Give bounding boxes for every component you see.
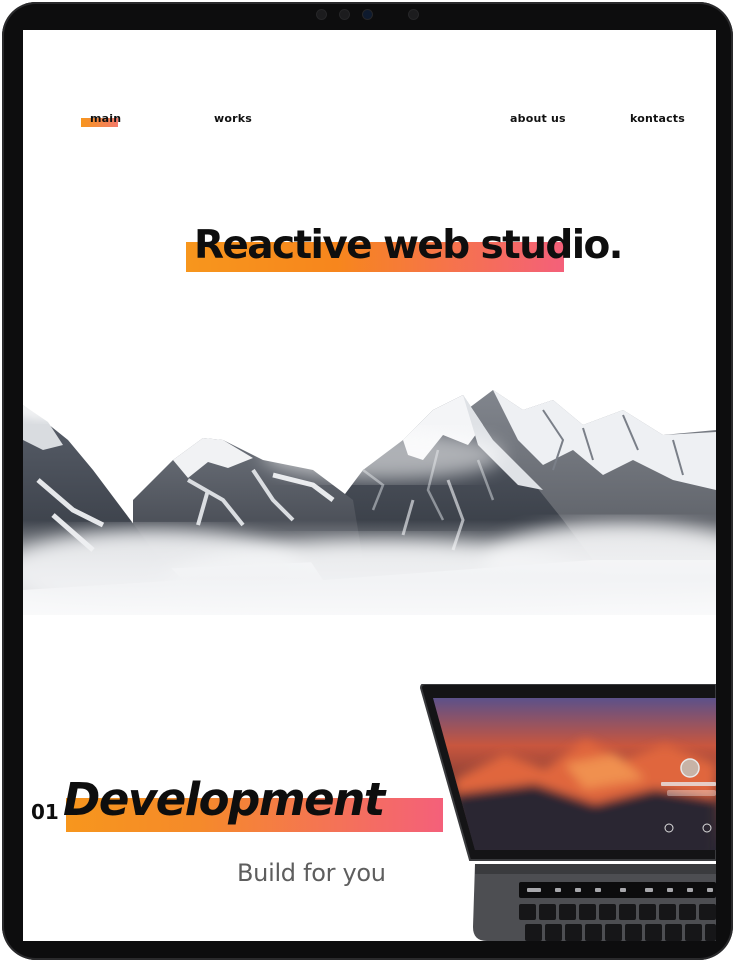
section-title: Development — [63, 773, 385, 826]
tablet-frame: main works about us kontacts Reactive we… — [2, 2, 733, 960]
nav-item-works[interactable]: works — [214, 112, 252, 125]
camera-lens-icon — [363, 10, 372, 19]
mountains-image — [23, 380, 716, 650]
screen: main works about us kontacts Reactive we… — [23, 30, 716, 941]
nav-item-label: kontacts — [630, 112, 686, 125]
nav-item-label: main — [90, 112, 122, 125]
hero: Reactive web studio. — [186, 223, 623, 285]
light-sensor-icon — [409, 10, 418, 19]
sensor-icon — [340, 10, 349, 19]
nav-item-main[interactable]: main — [81, 112, 122, 127]
laptop-image — [419, 684, 716, 941]
hero-title: Reactive web studio. — [194, 223, 623, 268]
section-subtitle: Build for you — [237, 859, 386, 887]
nav-item-about-us[interactable]: about us — [510, 112, 566, 125]
nav-item-kontacts[interactable]: kontacts — [630, 112, 685, 125]
camera-icon — [317, 10, 326, 19]
section-number: 01 — [31, 800, 59, 824]
nav-item-label: works — [214, 112, 253, 125]
nav-item-label: about us — [510, 112, 566, 125]
